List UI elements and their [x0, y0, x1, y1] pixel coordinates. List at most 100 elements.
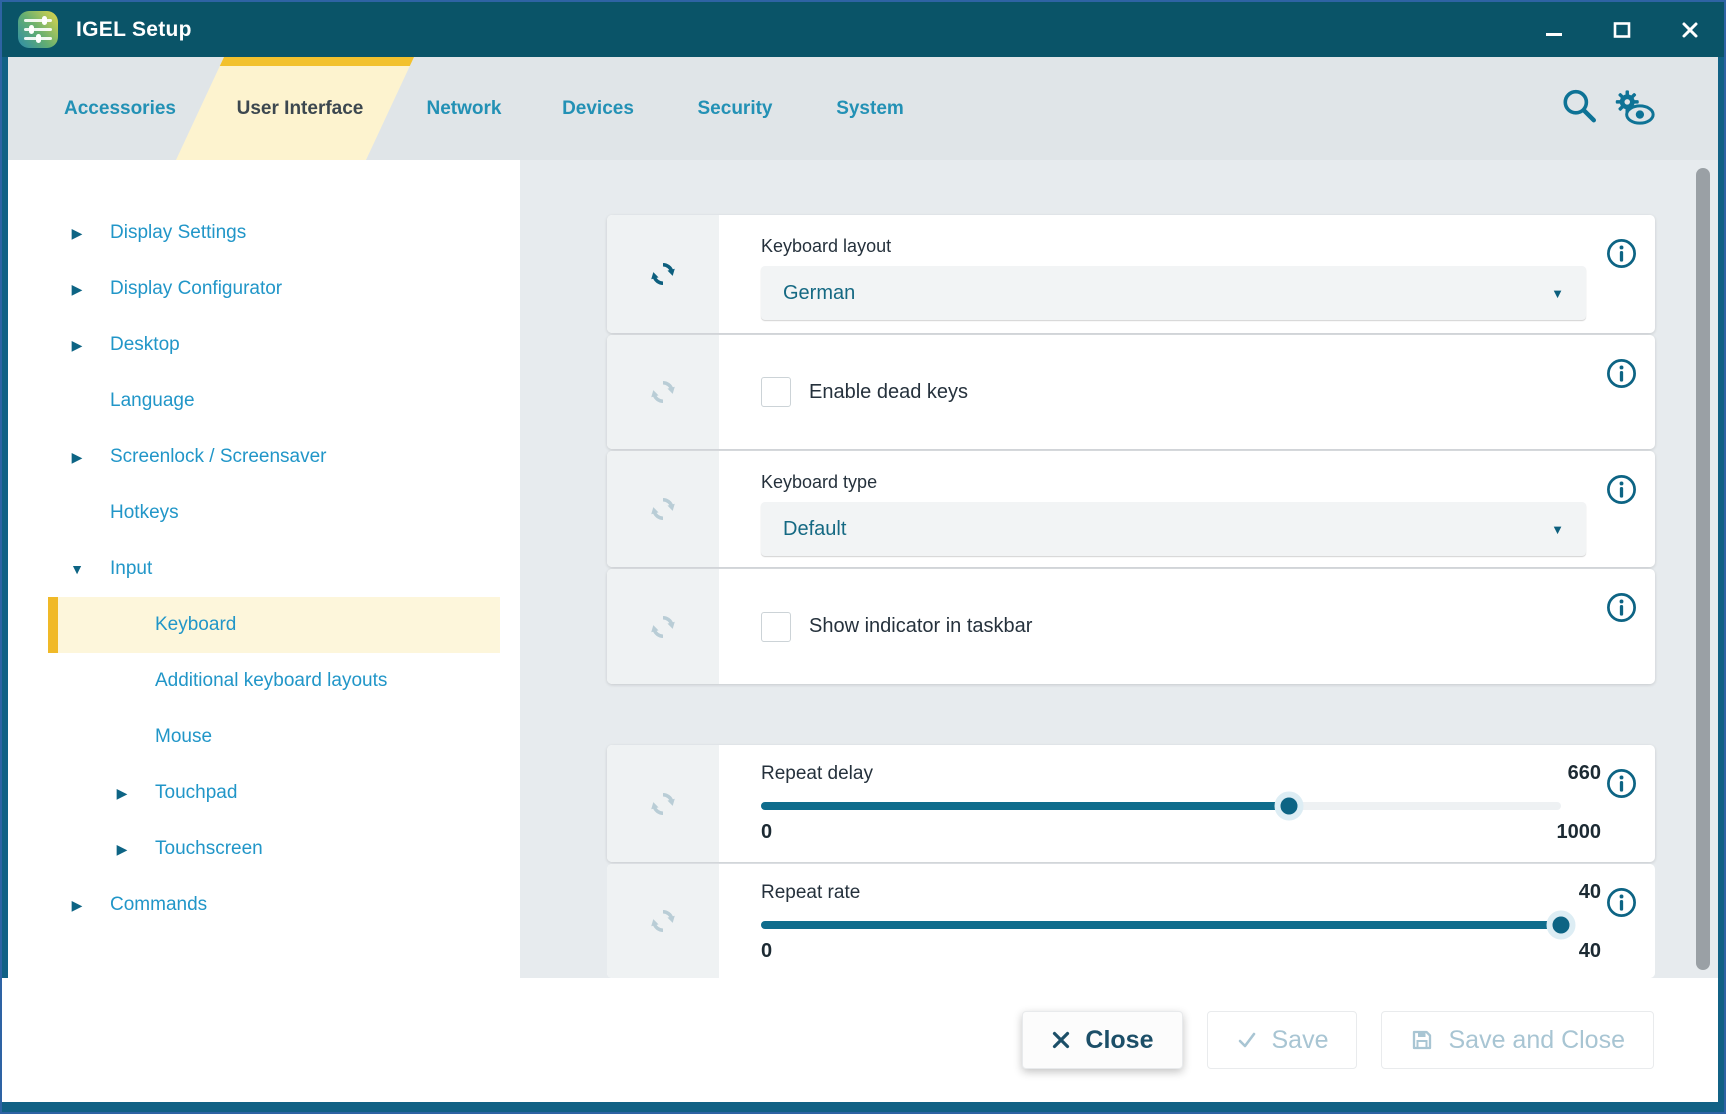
- info-icon[interactable]: [1605, 237, 1638, 270]
- repeat-delay-slider[interactable]: [761, 793, 1561, 819]
- slider-label: Repeat rate: [761, 882, 860, 904]
- expander-collapsed-icon[interactable]: [67, 449, 87, 466]
- setting-row-repeat-delay: Repeat delay 660 0 1000: [607, 745, 1655, 862]
- active-tab-top-bar: [220, 57, 414, 66]
- slider-label: Repeat delay: [761, 763, 873, 785]
- save-button[interactable]: Save: [1207, 1011, 1358, 1069]
- close-button-label: Close: [1085, 1026, 1153, 1055]
- expander-collapsed-icon[interactable]: [67, 337, 87, 354]
- tab-system[interactable]: System: [836, 98, 904, 120]
- dropdown-value: Default: [783, 518, 846, 541]
- close-icon[interactable]: [1678, 18, 1702, 42]
- chevron-down-icon: ▼: [1551, 286, 1564, 301]
- field-label: Keyboard layout: [761, 236, 1655, 257]
- expander-collapsed-icon[interactable]: [67, 897, 87, 914]
- sidebar-item-language[interactable]: Language: [48, 373, 500, 429]
- save-button-label: Save: [1272, 1026, 1329, 1055]
- main-area: Display Settings Display Configurator De…: [2, 160, 1724, 978]
- sidebar-item-input[interactable]: Input: [48, 541, 500, 597]
- app-icon: [18, 11, 58, 48]
- keyboard-type-dropdown[interactable]: Default ▼: [761, 502, 1586, 556]
- reset-column: [607, 864, 719, 978]
- app-icon-slider: [24, 37, 52, 40]
- expander-expanded-icon[interactable]: [67, 561, 87, 577]
- show-indicator-checkbox[interactable]: [761, 612, 791, 642]
- search-icon[interactable]: [1560, 87, 1598, 130]
- slider-handle[interactable]: [1275, 792, 1304, 821]
- tab-security[interactable]: Security: [698, 98, 773, 120]
- expander-collapsed-icon[interactable]: [67, 281, 87, 298]
- expander-collapsed-icon[interactable]: [67, 225, 87, 242]
- sidebar-item-label: Input: [110, 558, 152, 580]
- tab-network[interactable]: Network: [427, 98, 502, 120]
- info-icon[interactable]: [1605, 357, 1638, 390]
- sidebar-item-touchscreen[interactable]: Touchscreen: [48, 821, 500, 877]
- field-label: Keyboard type: [761, 472, 1655, 493]
- reset-column: [607, 569, 719, 684]
- sidebar-item-label: Touchscreen: [155, 838, 263, 860]
- sidebar-item-label: Desktop: [110, 334, 180, 356]
- sidebar-item-label: Screenlock / Screensaver: [110, 446, 327, 468]
- sidebar-item-label: Language: [110, 390, 195, 412]
- sidebar-item-label: Commands: [110, 894, 207, 916]
- save-and-close-button[interactable]: Save and Close: [1381, 1011, 1654, 1069]
- setting-row-keyboard-layout: Keyboard layout German ▼: [607, 215, 1655, 333]
- sidebar-item-display-settings[interactable]: Display Settings: [48, 205, 500, 261]
- sidebar-item-screenlock-screensaver[interactable]: Screenlock / Screensaver: [48, 429, 500, 485]
- sidebar-item-label: Display Settings: [110, 222, 246, 244]
- settings-panel: Keyboard layout German ▼: [520, 160, 1718, 978]
- checkbox-label: Enable dead keys: [809, 381, 968, 404]
- window-bottom-frame: [2, 1102, 1724, 1112]
- reset-to-default-icon[interactable]: [648, 259, 678, 289]
- setting-row-show-indicator: Show indicator in taskbar: [607, 569, 1655, 684]
- info-icon[interactable]: [1605, 473, 1638, 506]
- setting-row-repeat-rate: Repeat rate 40 0 40: [607, 864, 1655, 978]
- tab-user-interface[interactable]: User Interface: [237, 98, 364, 120]
- reset-column: [607, 335, 719, 449]
- info-icon[interactable]: [1605, 591, 1638, 624]
- sidebar-item-additional-keyboard-layouts[interactable]: Additional keyboard layouts: [48, 653, 500, 709]
- reset-to-default-icon[interactable]: [648, 789, 678, 819]
- vertical-scrollbar[interactable]: [1696, 166, 1710, 972]
- slider-fill: [761, 921, 1561, 929]
- floppy-disk-icon: [1410, 1028, 1434, 1052]
- sidebar-item-label: Hotkeys: [110, 502, 179, 524]
- sidebar-item-hotkeys[interactable]: Hotkeys: [48, 485, 500, 541]
- sidebar-item-display-configurator[interactable]: Display Configurator: [48, 261, 500, 317]
- close-button[interactable]: Close: [1022, 1011, 1182, 1069]
- sidebar-item-commands[interactable]: Commands: [48, 877, 500, 933]
- minimize-icon[interactable]: [1542, 18, 1566, 42]
- window-title: IGEL Setup: [76, 18, 192, 42]
- tab-accessories[interactable]: Accessories: [64, 98, 176, 120]
- repeat-rate-slider[interactable]: [761, 912, 1561, 938]
- sidebar-item-mouse[interactable]: Mouse: [48, 709, 500, 765]
- dropdown-value: German: [783, 282, 855, 305]
- tab-devices[interactable]: Devices: [562, 98, 634, 120]
- maximize-icon[interactable]: [1610, 18, 1634, 42]
- sidebar-item-desktop[interactable]: Desktop: [48, 317, 500, 373]
- reset-to-default-icon[interactable]: [648, 906, 678, 936]
- sidebar-item-label: Additional keyboard layouts: [155, 670, 387, 692]
- slider-fill: [761, 802, 1289, 810]
- info-icon[interactable]: [1605, 886, 1638, 919]
- footer-bar: Close Save Save and Close: [2, 978, 1724, 1102]
- expander-collapsed-icon[interactable]: [112, 841, 132, 858]
- sidebar-item-label: Keyboard: [155, 614, 236, 636]
- scrollbar-thumb[interactable]: [1696, 168, 1710, 970]
- sidebar-tree: Display Settings Display Configurator De…: [8, 160, 520, 978]
- titlebar: IGEL Setup: [2, 2, 1724, 57]
- reset-to-default-icon[interactable]: [648, 494, 678, 524]
- sidebar-item-touchpad[interactable]: Touchpad: [48, 765, 500, 821]
- slider-handle[interactable]: [1547, 911, 1576, 940]
- slider-min: 0: [761, 821, 772, 844]
- reset-to-default-icon[interactable]: [648, 612, 678, 642]
- reset-column: [607, 451, 719, 567]
- keyboard-layout-dropdown[interactable]: German ▼: [761, 266, 1586, 320]
- view-settings-gear-eye-icon[interactable]: [1610, 88, 1656, 130]
- slider-min: 0: [761, 940, 772, 963]
- info-icon[interactable]: [1605, 767, 1638, 800]
- sidebar-item-keyboard[interactable]: Keyboard: [48, 597, 500, 653]
- reset-to-default-icon[interactable]: [648, 377, 678, 407]
- expander-collapsed-icon[interactable]: [112, 785, 132, 802]
- enable-dead-keys-checkbox[interactable]: [761, 377, 791, 407]
